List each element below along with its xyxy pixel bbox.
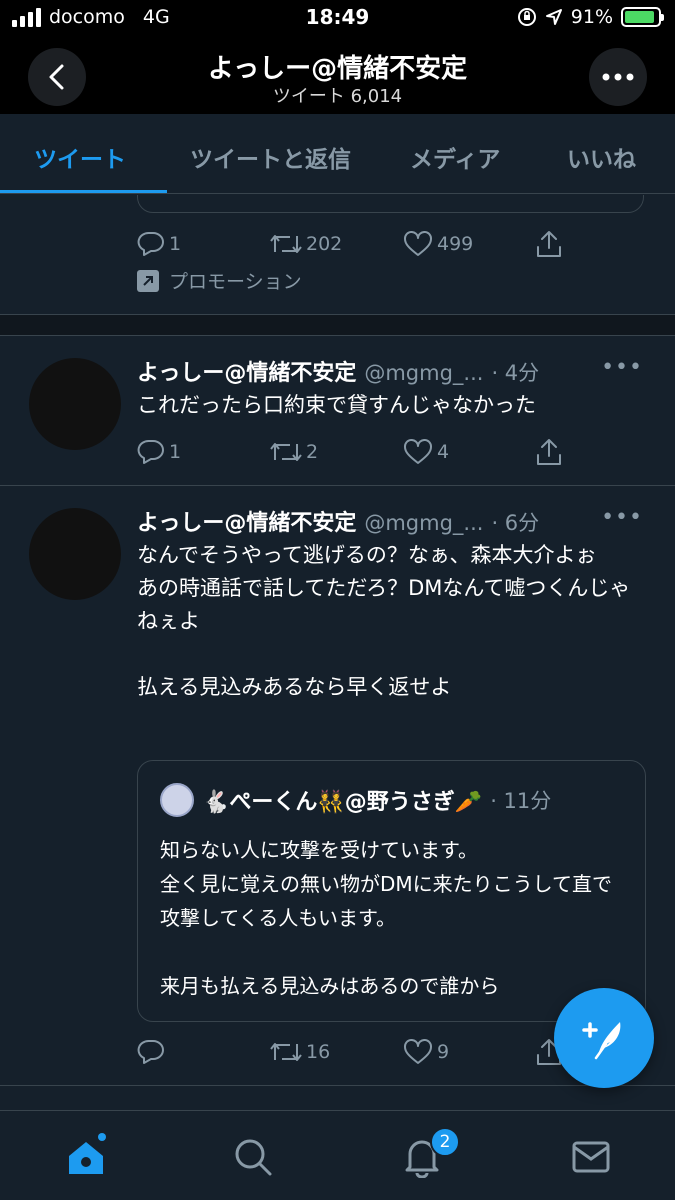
retweet-icon <box>270 235 302 253</box>
location-icon <box>545 9 562 25</box>
more-options-button[interactable] <box>589 48 647 106</box>
tweet-time: · 6分 <box>491 511 540 535</box>
tweet-actions: 1 2 4 <box>137 437 576 467</box>
heart-icon <box>404 231 432 256</box>
avatar[interactable] <box>29 508 121 600</box>
quoted-tweet[interactable]: 🐇ぺーくん👯@野うさぎ🥕 · 11分 知らない人に攻撃を受けています。 全く見に… <box>137 760 646 1022</box>
more-icon <box>602 73 634 81</box>
battery-percent: 91% <box>570 6 613 28</box>
reply-button[interactable] <box>137 1039 270 1065</box>
status-bar: docomo 4G 18:49 91% <box>0 0 675 38</box>
reply-icon <box>137 231 164 256</box>
tweet-author-name[interactable]: よっしー@情緒不安定 <box>137 505 356 537</box>
promoted-text: プロモーション <box>169 271 302 293</box>
like-button[interactable]: 4 <box>403 439 536 465</box>
like-count: 4 <box>437 441 450 463</box>
tweet-time: · 4分 <box>491 361 540 385</box>
reply-icon <box>137 1039 164 1064</box>
reply-icon <box>137 439 164 464</box>
share-button[interactable] <box>536 230 576 258</box>
heart-icon <box>404 439 432 464</box>
profile-tabs: ツイート ツイートと返信 メディア いいね <box>0 114 675 194</box>
share-button[interactable] <box>536 438 576 466</box>
tweet-header: よっしー@情緒不安定 @mgmg_... · 4分 <box>137 355 539 387</box>
tweet-author-name[interactable]: よっしー@情緒不安定 <box>137 355 356 387</box>
tweet-text: これだったら口約束で貸すんじゃなかった <box>137 393 536 417</box>
retweet-icon <box>270 1043 302 1061</box>
tweet-more-icon[interactable]: ••• <box>601 505 643 530</box>
reply-count: 1 <box>169 441 182 463</box>
tab-tweets[interactable]: ツイート <box>34 140 126 174</box>
tweet-header: よっしー@情緒不安定 @mgmg_... · 6分 <box>137 505 539 537</box>
like-button[interactable]: 499 <box>403 231 536 257</box>
tab-tweets-and-replies[interactable]: ツイートと返信 <box>190 140 351 174</box>
search-icon <box>235 1139 272 1176</box>
like-button[interactable]: 9 <box>403 1039 536 1065</box>
nav-messages[interactable] <box>567 1133 615 1181</box>
retweet-icon <box>270 443 302 461</box>
tweet-separator <box>0 1085 675 1086</box>
tab-likes[interactable]: いいね <box>567 140 636 174</box>
reply-button[interactable]: 1 <box>137 439 270 465</box>
quoted-avatar <box>160 783 194 817</box>
retweet-count: 202 <box>306 233 343 255</box>
promoted-label: プロモーション <box>137 267 302 294</box>
quoted-tweet-header: 🐇ぺーくん👯@野うさぎ🥕 · 11分 <box>160 783 551 817</box>
section-divider <box>0 314 675 336</box>
promoted-card[interactable] <box>137 195 644 213</box>
tweet-more-icon[interactable]: ••• <box>601 355 643 380</box>
compose-feather-icon <box>582 1022 621 1060</box>
home-new-indicator <box>98 1133 106 1141</box>
retweet-count: 2 <box>306 441 319 463</box>
retweet-count: 16 <box>306 1041 331 1063</box>
like-count: 9 <box>437 1041 450 1063</box>
promoted-arrow-icon <box>137 269 159 292</box>
active-tab-indicator <box>0 190 167 193</box>
compose-tweet-button[interactable] <box>554 988 654 1088</box>
bottom-navigation: 2 <box>0 1110 675 1200</box>
rotation-lock-icon <box>517 8 536 26</box>
retweet-button[interactable]: 16 <box>270 1040 403 1064</box>
tweet-actions: 16 9 <box>137 1037 576 1067</box>
heart-icon <box>404 1039 432 1064</box>
mail-icon <box>572 1141 610 1173</box>
reply-count: 1 <box>169 233 182 255</box>
quoted-author-name: 🐇ぺーくん👯@野うさぎ🥕 <box>202 790 483 815</box>
tweet-text: なんでそうやって逃げるの？なぁ、森本大介よぉ あの時通話で話してただろ？DMなん… <box>137 543 631 699</box>
promoted-tweet-actions: 1 202 499 <box>137 229 576 259</box>
share-icon <box>537 231 561 257</box>
timeline[interactable]: 1 202 499 プロモーション よっしー@情緒不安定 @mgmg_... ·… <box>0 195 675 1110</box>
nav-search[interactable] <box>229 1133 277 1181</box>
battery-icon <box>621 7 664 27</box>
tweet-author-handle: @mgmg_... <box>364 511 484 535</box>
profile-name: よっしー@情緒不安定 <box>207 54 468 84</box>
profile-header: よっしー@情緒不安定 ツイート 6,014 <box>0 38 675 114</box>
like-count: 499 <box>437 233 474 255</box>
quoted-tweet-text: 知らない人に攻撃を受けています。 全く見に覚えの無い物がDMに来たりこうして直で… <box>160 838 613 998</box>
tweet-count: ツイート 6,014 <box>272 86 403 107</box>
avatar[interactable] <box>29 358 121 450</box>
retweet-button[interactable]: 2 <box>270 440 403 464</box>
tab-media[interactable]: メディア <box>410 140 500 174</box>
tweet-author-handle: @mgmg_... <box>364 361 484 385</box>
reply-button[interactable]: 1 <box>137 231 270 257</box>
tweet-separator <box>0 485 675 486</box>
quoted-tweet-time: · 11分 <box>490 789 552 813</box>
notifications-badge: 2 <box>430 1127 460 1157</box>
retweet-button[interactable]: 202 <box>270 232 403 256</box>
home-icon <box>69 1142 103 1174</box>
share-icon <box>537 439 561 465</box>
